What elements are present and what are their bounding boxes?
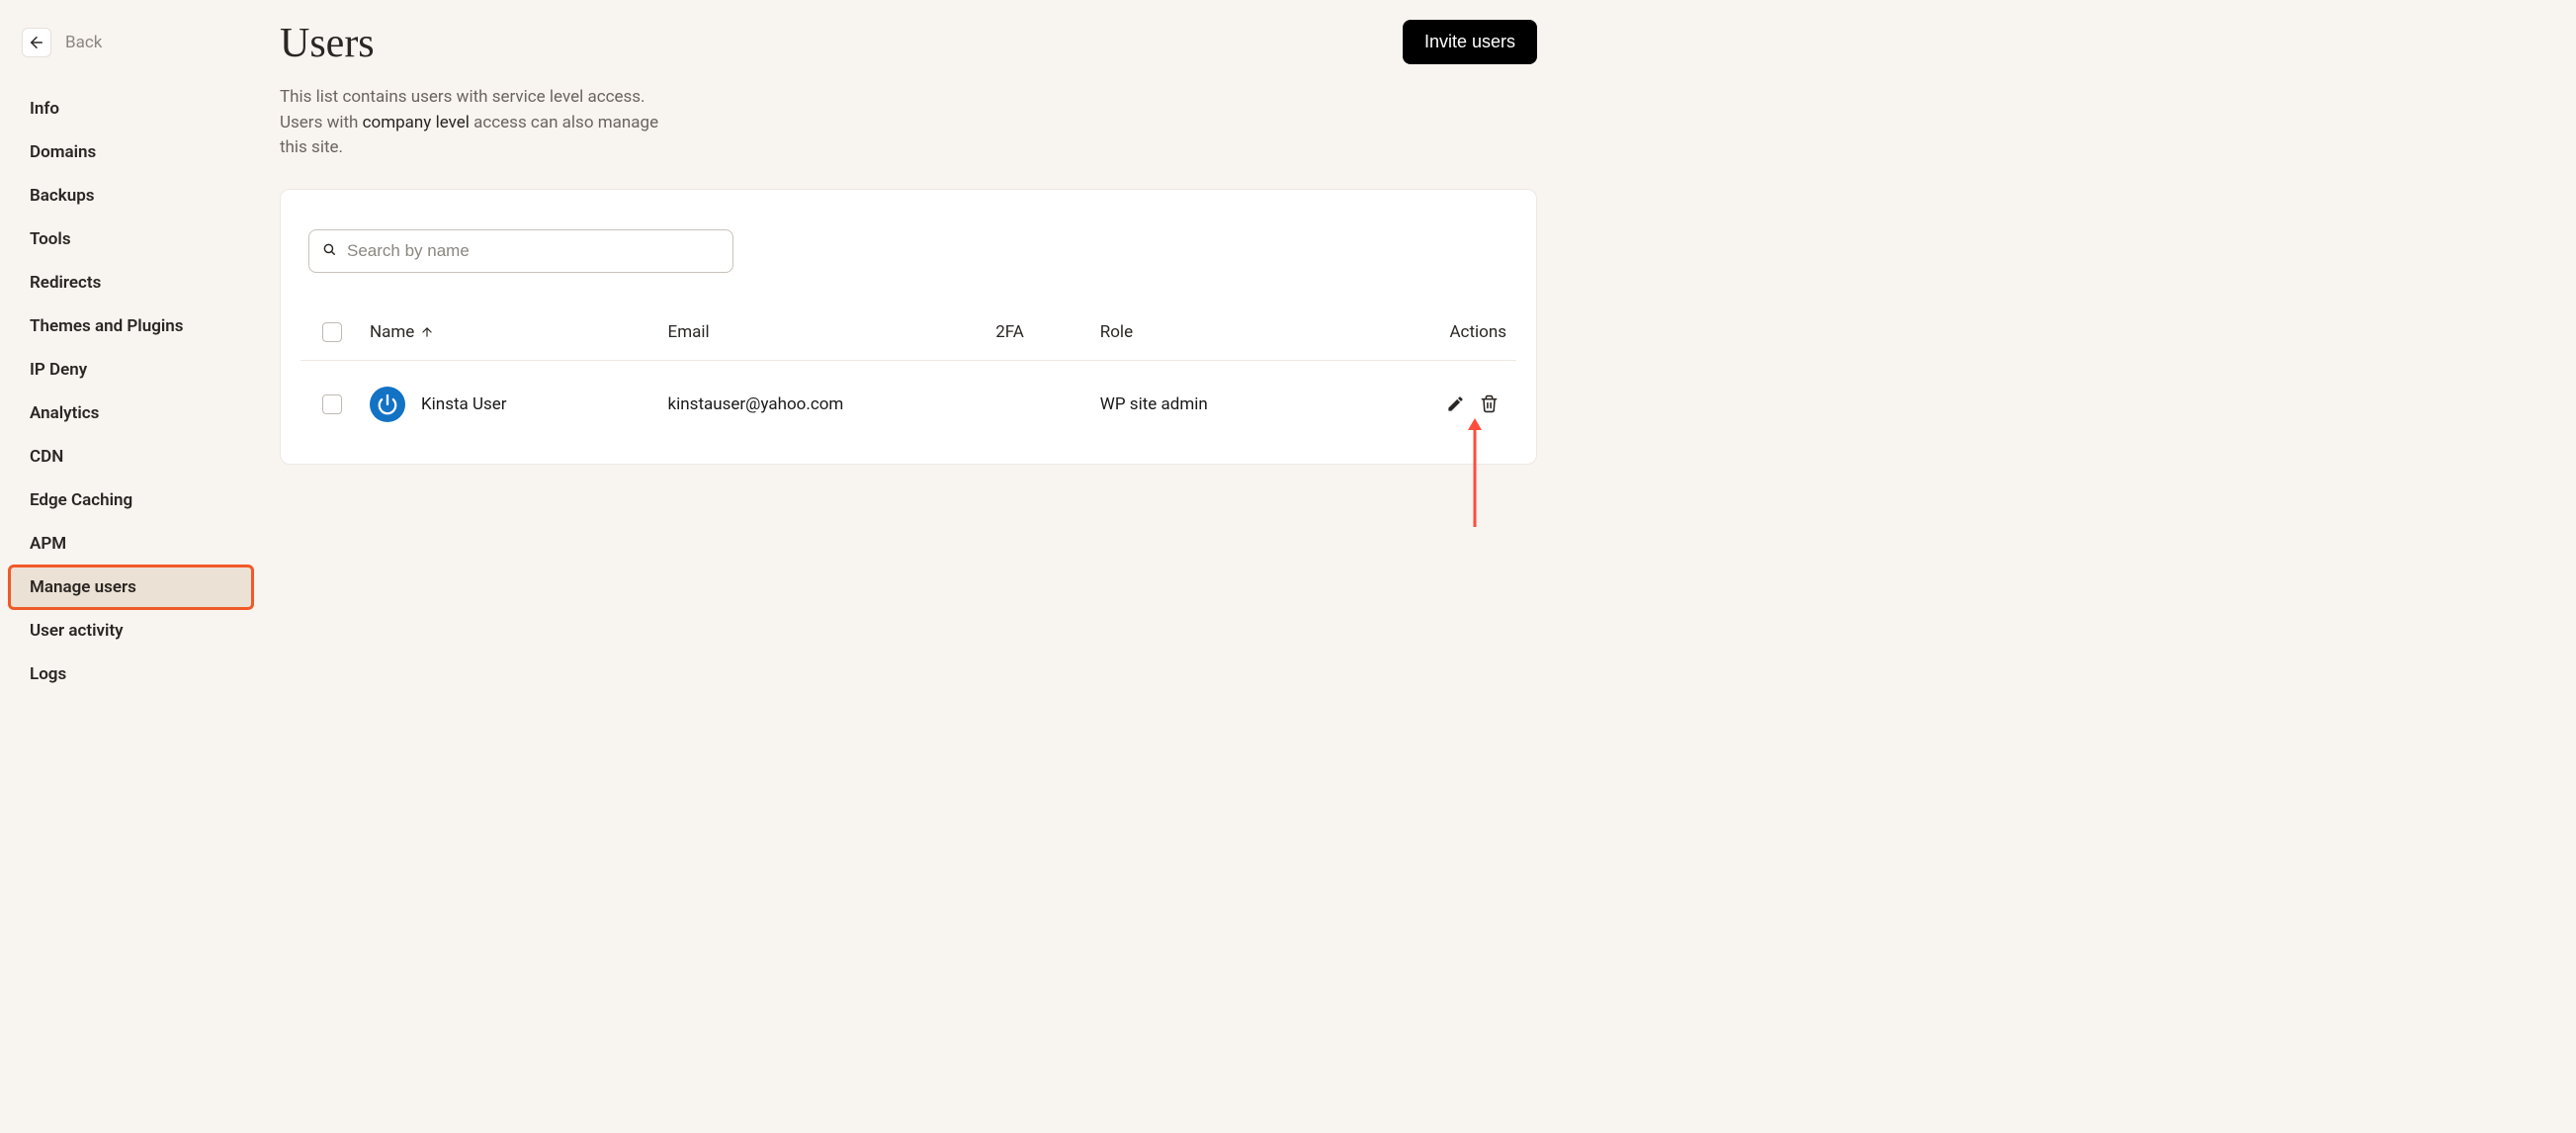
select-all-checkbox[interactable] (322, 322, 342, 342)
company-level-link[interactable]: company level (363, 113, 470, 132)
sidebar: Back Info Domains Backups Tools Redirect… (0, 0, 262, 1133)
sidebar-item-ip-deny[interactable]: IP Deny (10, 349, 252, 391)
power-icon (377, 393, 398, 415)
column-header-2fa[interactable]: 2FA (995, 322, 1100, 342)
avatar (370, 387, 405, 422)
sidebar-item-logs[interactable]: Logs (10, 654, 252, 695)
search-wrap (308, 229, 733, 273)
search-icon (322, 241, 336, 261)
column-header-role[interactable]: Role (1100, 322, 1338, 342)
sidebar-item-themes-plugins[interactable]: Themes and Plugins (10, 305, 252, 347)
sidebar-item-apm[interactable]: APM (10, 523, 252, 565)
name-cell: Kinsta User (370, 387, 668, 422)
trash-icon (1480, 394, 1499, 413)
sidebar-item-info[interactable]: Info (10, 88, 252, 130)
sidebar-item-user-activity[interactable]: User activity (10, 610, 252, 652)
column-header-name-label: Name (370, 322, 414, 342)
row-checkbox[interactable] (322, 394, 342, 414)
user-name: Kinsta User (421, 394, 507, 414)
search-input[interactable] (308, 229, 733, 273)
sidebar-item-tools[interactable]: Tools (10, 218, 252, 260)
pencil-icon (1446, 394, 1465, 413)
users-card: Name Email 2FA Role Actions Kinsta User (280, 189, 1537, 465)
edit-button[interactable] (1443, 392, 1467, 416)
sidebar-nav: Info Domains Backups Tools Redirects The… (10, 87, 252, 696)
sidebar-item-backups[interactable]: Backups (10, 175, 252, 217)
column-header-actions: Actions (1338, 322, 1506, 342)
arrow-left-icon (28, 34, 45, 51)
sort-asc-icon (420, 325, 434, 339)
column-header-email[interactable]: Email (668, 322, 996, 342)
sidebar-item-redirects[interactable]: Redirects (10, 262, 252, 304)
back-row: Back (10, 28, 252, 57)
table-header: Name Email 2FA Role Actions (301, 305, 1516, 361)
sidebar-item-manage-users[interactable]: Manage users (10, 566, 252, 608)
table-row: Kinsta User kinstauser@yahoo.com WP site… (301, 361, 1516, 464)
sidebar-item-analytics[interactable]: Analytics (10, 392, 252, 434)
delete-button[interactable] (1477, 392, 1501, 416)
user-email: kinstauser@yahoo.com (668, 394, 996, 414)
sidebar-item-cdn[interactable]: CDN (10, 436, 252, 478)
main-content: Users Invite users This list contains us… (262, 0, 1557, 1133)
header-row: Users Invite users (280, 20, 1537, 67)
column-header-name[interactable]: Name (370, 322, 668, 342)
sidebar-item-domains[interactable]: Domains (10, 131, 252, 173)
back-button[interactable] (22, 28, 51, 57)
page-title: Users (280, 20, 375, 67)
invite-users-button[interactable]: Invite users (1403, 20, 1537, 64)
user-role: WP site admin (1100, 394, 1338, 414)
actions-cell (1338, 392, 1506, 416)
sidebar-item-edge-caching[interactable]: Edge Caching (10, 479, 252, 521)
page-description: This list contains users with service le… (280, 85, 685, 161)
users-table: Name Email 2FA Role Actions Kinsta User (301, 305, 1516, 464)
back-label: Back (65, 33, 102, 52)
